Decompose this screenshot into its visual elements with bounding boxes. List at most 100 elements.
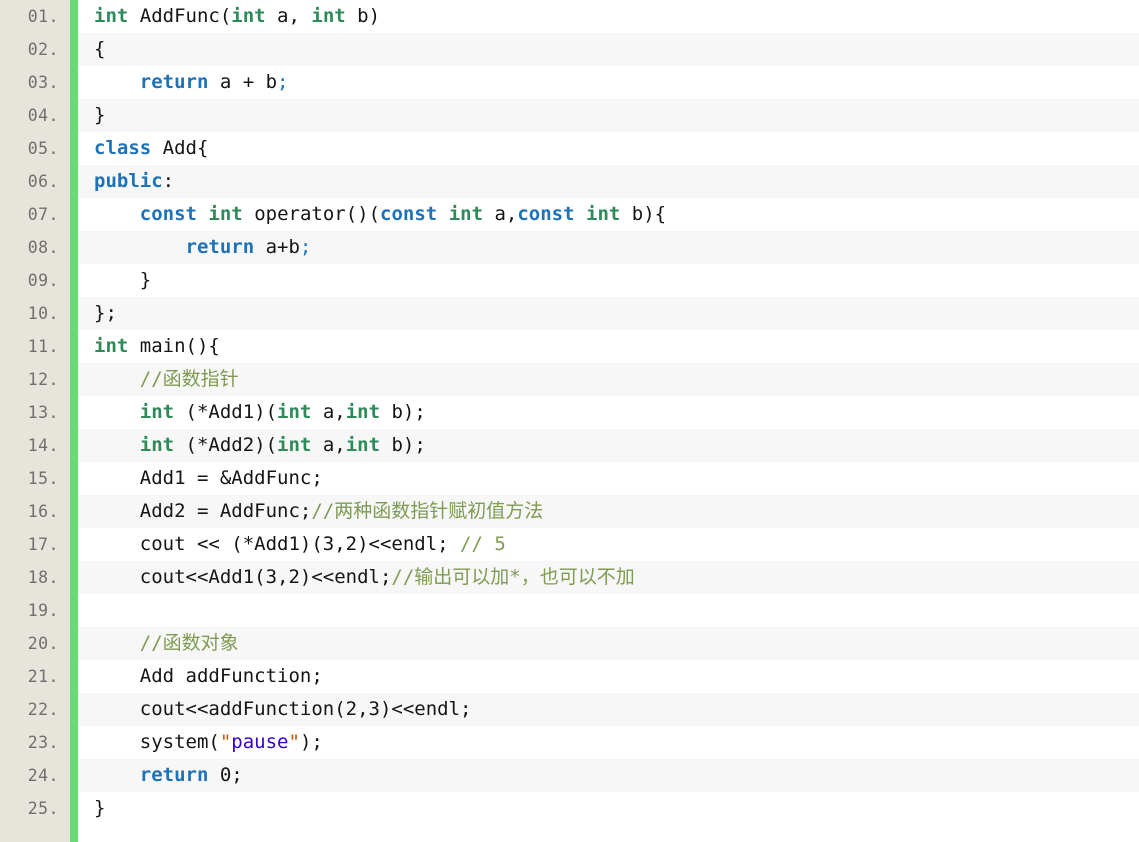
code-line[interactable]: 20. //函数对象 [0,627,1139,660]
line-content[interactable]: cout<<Add1(3,2)<<endl;//输出可以加*，也可以不加 [78,561,1139,594]
code-line[interactable]: 22. cout<<addFunction(2,3)<<endl; [0,693,1139,726]
line-number: 07. [0,198,70,231]
code-line[interactable]: 21. Add addFunction; [0,660,1139,693]
line-content[interactable]: { [78,33,1139,66]
line-change-marker [70,594,78,627]
line-content[interactable]: int main(){ [78,330,1139,363]
line-change-marker [70,330,78,363]
code-token: a + b [208,71,278,93]
line-content[interactable]: cout << (*Add1)(3,2)<<endl; // 5 [78,528,1139,561]
code-line[interactable]: 10.}; [0,297,1139,330]
code-token: Add1 = &AddFunc; [94,467,323,489]
code-line[interactable]: 24. return 0; [0,759,1139,792]
line-change-marker [70,198,78,231]
line-content[interactable]: int (*Add2)(int a,int b); [78,429,1139,462]
line-content[interactable]: return a + b; [78,66,1139,99]
code-line[interactable]: 18. cout<<Add1(3,2)<<endl;//输出可以加*，也可以不加 [0,561,1139,594]
code-line[interactable]: 02. { [0,33,1139,66]
line-change-marker [70,33,78,66]
line-content[interactable] [78,594,1139,627]
code-token: : [162,170,175,192]
code-line[interactable]: 14. int (*Add2)(int a,int b); [0,429,1139,462]
code-lines: 01. int AddFunc(int a, int b) 02. {03. retu… [0,0,1139,825]
code-line[interactable]: 17. cout << (*Add1)(3,2)<<endl; // 5 [0,528,1139,561]
line-content[interactable]: //函数对象 [78,627,1139,660]
code-token: a, [483,203,518,225]
line-change-marker [70,165,78,198]
line-number: 04. [0,99,70,132]
line-number: 05. [0,132,70,165]
line-change-marker [70,66,78,99]
code-line[interactable]: 15. Add1 = &AddFunc; [0,462,1139,495]
code-token: // 5 [460,533,506,555]
code-token: system( [94,731,220,753]
line-content[interactable]: //函数指针 [78,363,1139,396]
code-token: return [139,764,209,786]
code-token: int [311,5,346,27]
line-change-marker [70,660,78,693]
line-number: 03. [0,66,70,99]
code-line[interactable]: 13. int (*Add1)(int a,int b); [0,396,1139,429]
line-content[interactable]: return 0; [78,759,1139,792]
code-line[interactable]: 09. } [0,264,1139,297]
line-content[interactable]: } [78,264,1139,297]
line-change-marker [70,561,78,594]
line-change-marker [70,297,78,330]
line-change-marker [70,231,78,264]
code-token: } [94,104,106,126]
code-token: a, [311,401,346,423]
line-number: 12. [0,363,70,396]
code-line[interactable]: 07. const int operator()(const int a,con… [0,198,1139,231]
code-line[interactable]: 06. public: [0,165,1139,198]
line-number: 10. [0,297,70,330]
code-token: int [94,5,129,27]
line-number: 24. [0,759,70,792]
code-line[interactable]: 16. Add2 = AddFunc;//两种函数指针赋初值方法 [0,495,1139,528]
code-token: " [288,731,300,753]
code-line[interactable]: 12. //函数指针 [0,363,1139,396]
code-line[interactable]: 01. int AddFunc(int a, int b) [0,0,1139,33]
code-token: const [517,203,575,225]
code-line[interactable]: 25.} [0,792,1139,825]
line-content[interactable]: Add1 = &AddFunc; [78,462,1139,495]
line-content[interactable]: const int operator()(const int a,const i… [78,198,1139,231]
line-number: 02. [0,33,70,66]
line-content[interactable]: cout<<addFunction(2,3)<<endl; [78,693,1139,726]
line-content[interactable]: system("pause"); [78,726,1139,759]
code-line[interactable]: 05. class Add{ [0,132,1139,165]
code-line[interactable]: 08. return a+b; [0,231,1139,264]
line-change-marker [70,396,78,429]
line-content[interactable]: Add addFunction; [78,660,1139,693]
code-line[interactable]: 04.} [0,99,1139,132]
code-token: operator()( [242,203,381,225]
code-line[interactable]: 23. system("pause"); [0,726,1139,759]
line-content[interactable]: public: [78,165,1139,198]
code-token: (*Add2)( [174,434,278,456]
line-change-marker [70,495,78,528]
code-token: { [94,38,106,60]
line-content[interactable]: } [78,99,1139,132]
line-content[interactable]: int (*Add1)(int a,int b); [78,396,1139,429]
line-number: 08. [0,231,70,264]
code-token: b) [345,5,381,27]
line-number: 13. [0,396,70,429]
line-content[interactable]: Add2 = AddFunc;//两种函数指针赋初值方法 [78,495,1139,528]
code-token: int [277,401,312,423]
code-line[interactable]: 11. int main(){ [0,330,1139,363]
code-token: }; [94,302,117,324]
line-content[interactable]: int AddFunc(int a, int b) [78,0,1139,33]
line-change-marker [70,759,78,792]
code-line[interactable]: 19. [0,594,1139,627]
line-content[interactable]: class Add{ [78,132,1139,165]
line-change-marker [70,462,78,495]
line-content[interactable]: }; [78,297,1139,330]
line-content[interactable]: } [78,792,1139,825]
code-line[interactable]: 03. return a + b; [0,66,1139,99]
code-token: int [139,401,175,423]
line-content[interactable]: return a+b; [78,231,1139,264]
